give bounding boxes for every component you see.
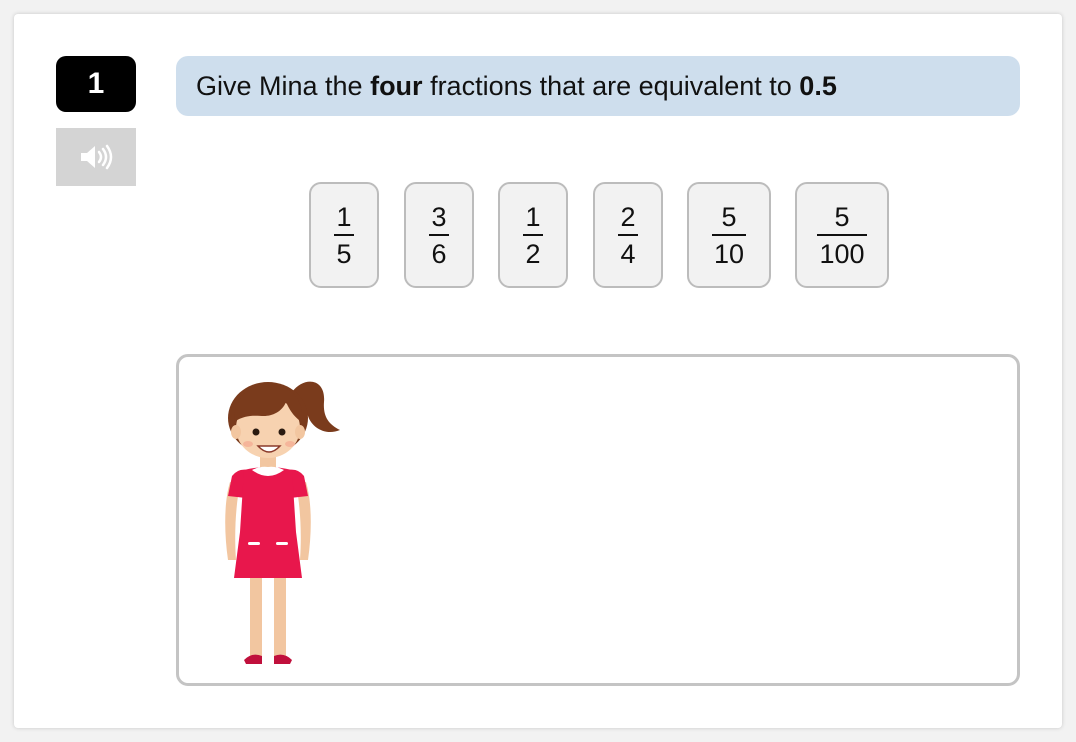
denominator: 10 [713, 238, 745, 269]
prompt-emphasis-value: 0.5 [799, 70, 837, 101]
fraction-tile-1-2[interactable]: 1 2 [498, 182, 568, 288]
fraction-bar [334, 233, 354, 236]
numerator: 1 [336, 201, 352, 232]
numerator: 3 [431, 201, 447, 232]
question-number: 1 [87, 67, 105, 100]
fraction: 1 2 [523, 201, 543, 269]
numerator: 2 [620, 201, 636, 232]
fraction-tile-1-5[interactable]: 1 5 [309, 182, 379, 288]
fraction: 5 100 [817, 201, 867, 269]
denominator: 6 [431, 238, 447, 269]
numerator: 1 [525, 201, 541, 232]
numerator: 5 [721, 201, 737, 232]
prompt-text-1: Give Mina the [196, 70, 371, 101]
speaker-icon [81, 144, 113, 170]
denominator: 4 [620, 238, 636, 269]
denominator: 5 [336, 238, 352, 269]
fraction: 2 4 [618, 201, 638, 269]
question-number-badge: 1 [56, 56, 136, 112]
fraction-tile-5-100[interactable]: 5 100 [795, 182, 889, 288]
audio-button[interactable] [56, 128, 136, 186]
fraction: 5 10 [711, 201, 747, 269]
prompt-text-2: fractions that are equivalent to [422, 70, 800, 101]
fraction-bar [618, 233, 638, 236]
fraction-bar [817, 233, 867, 236]
denominator: 2 [525, 238, 541, 269]
fraction-tile-2-4[interactable]: 2 4 [593, 182, 663, 288]
denominator: 100 [819, 238, 865, 269]
fraction: 1 5 [334, 201, 354, 269]
fraction-bar [429, 233, 449, 236]
question-prompt: Give Mina the four fractions that are eq… [176, 56, 1020, 116]
fraction-tile-3-6[interactable]: 3 6 [404, 182, 474, 288]
fraction-bar [523, 233, 543, 236]
dress [234, 467, 302, 578]
fraction-tile-5-10[interactable]: 5 10 [687, 182, 771, 288]
mina-character-illustration [225, 381, 340, 664]
fraction-bar [711, 233, 747, 236]
fraction: 3 6 [429, 201, 449, 269]
prompt-emphasis-four: four [370, 70, 423, 101]
numerator: 5 [834, 201, 850, 232]
